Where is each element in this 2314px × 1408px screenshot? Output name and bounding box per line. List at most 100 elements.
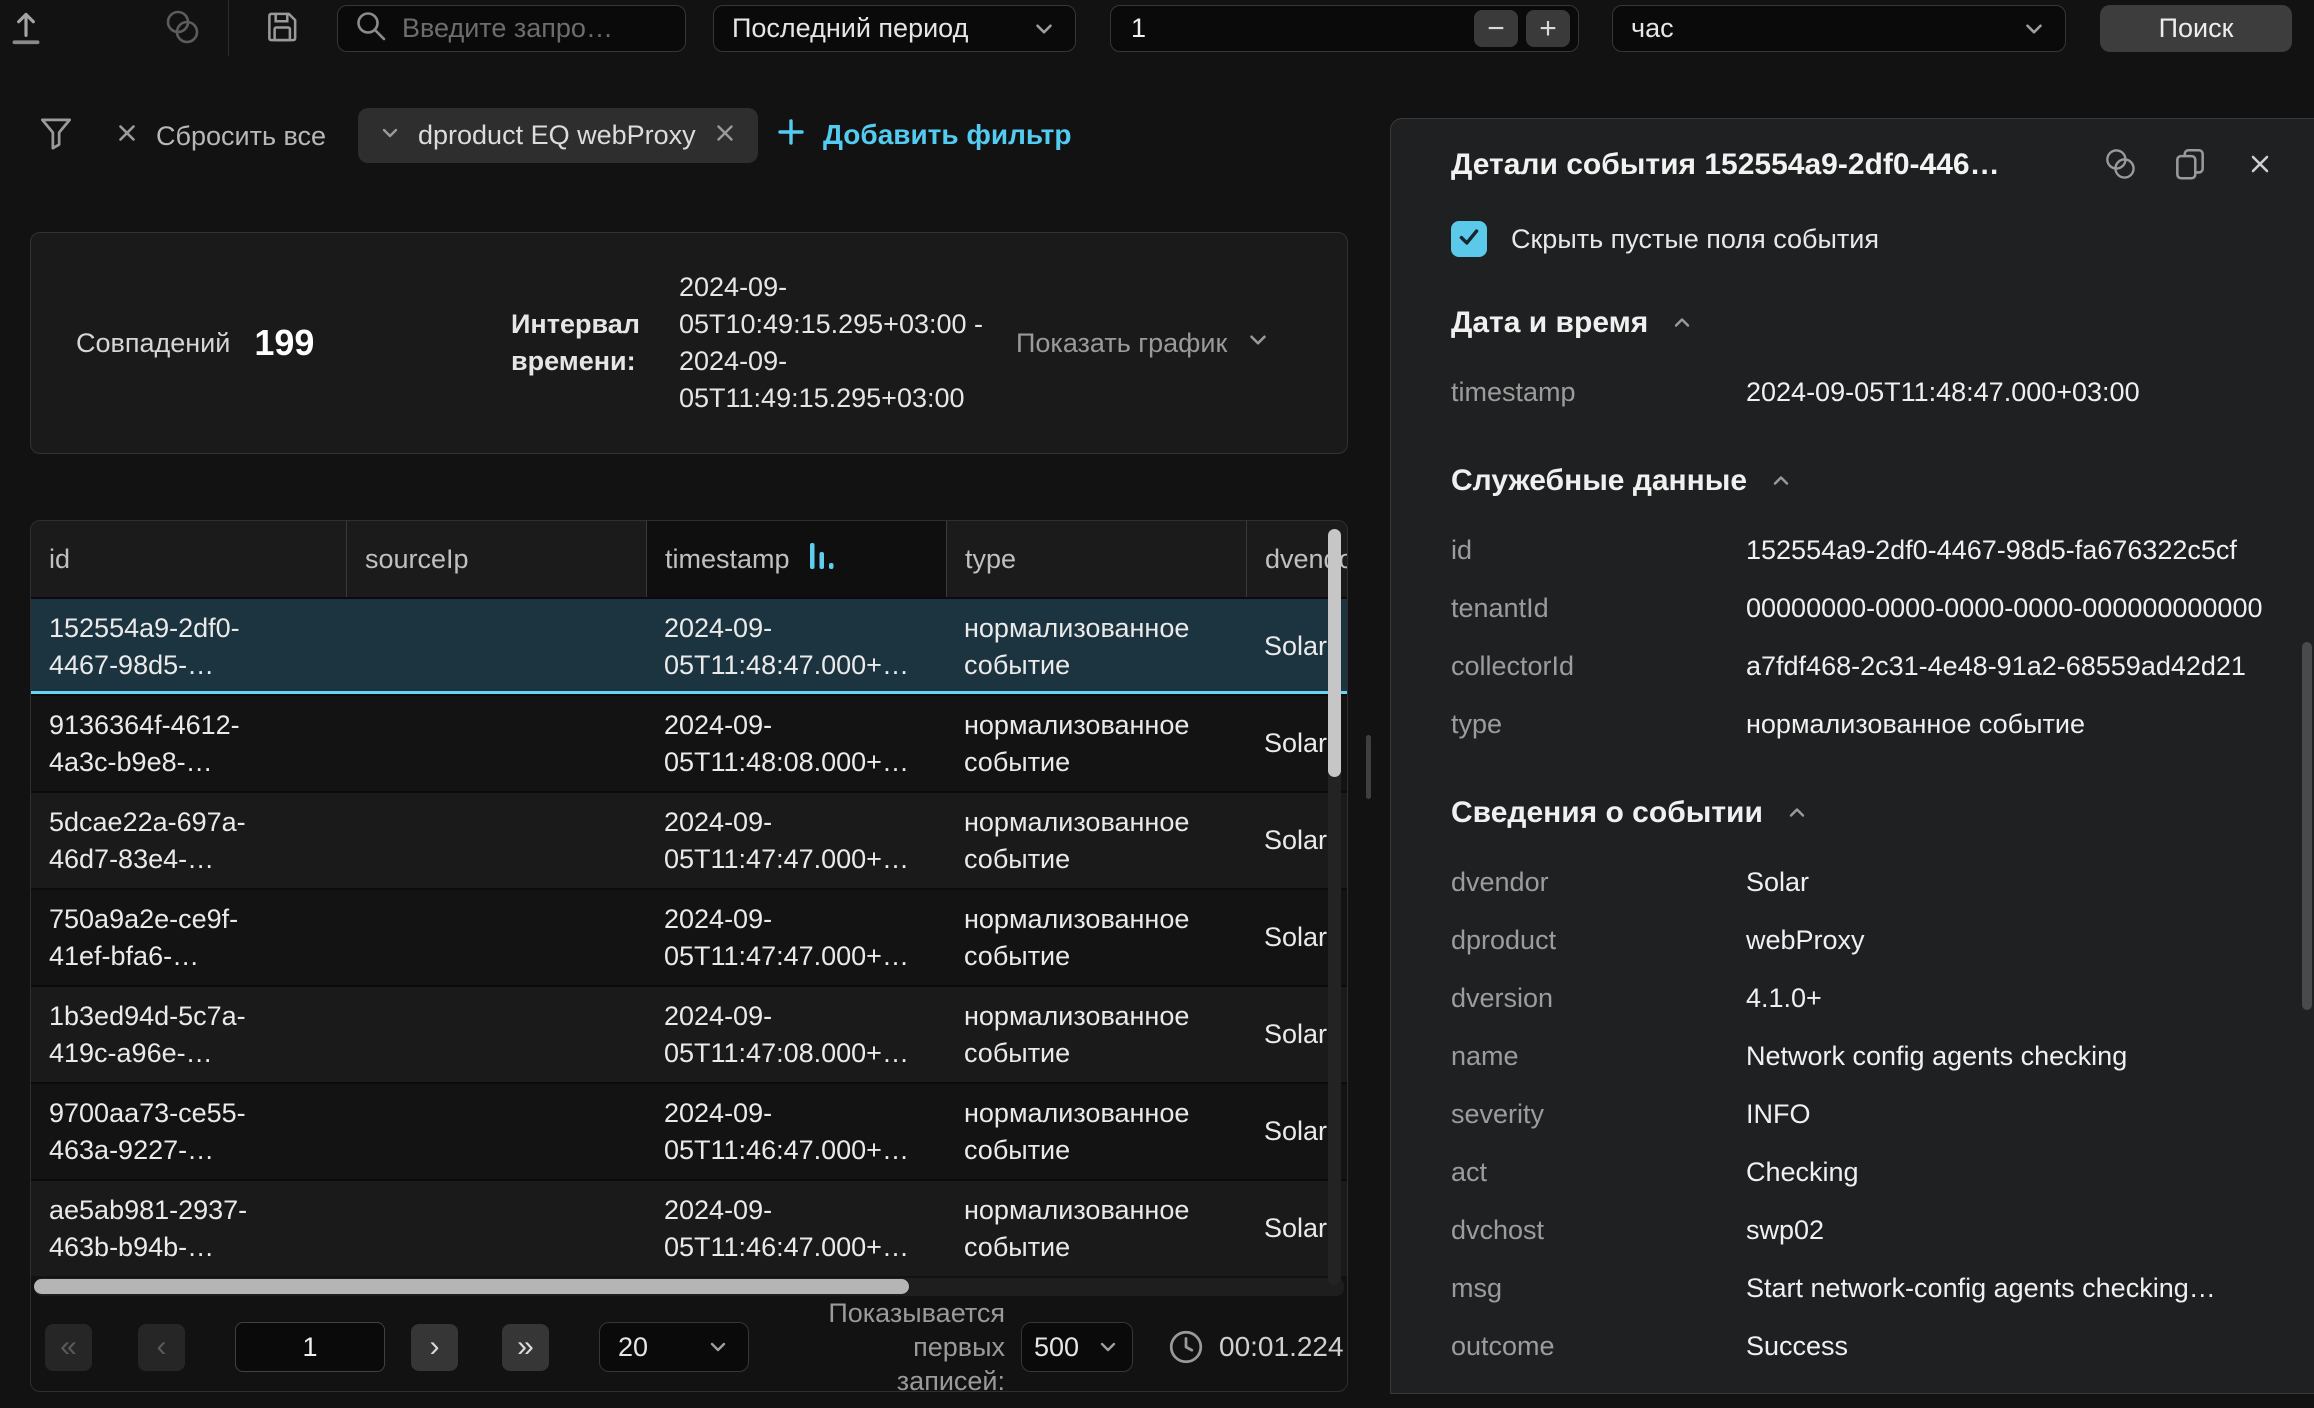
cell-type: нормализованное событие <box>946 1181 1246 1276</box>
cell-type: нормализованное событие <box>946 1084 1246 1179</box>
column-header-id[interactable]: id <box>31 521 346 597</box>
previous-page-button[interactable]: ‹ <box>138 1324 185 1371</box>
save-query-button[interactable] <box>256 2 308 54</box>
matches-label: Совпадений <box>76 328 230 359</box>
column-header-type[interactable]: type <box>946 521 1246 597</box>
panel-resize-handle[interactable] <box>1366 735 1371 799</box>
table-row[interactable]: 750a9a2e-ce9f- 41ef-bfa6-… 2024-09- 05T1… <box>31 888 1347 985</box>
detail-field: dversion 4.1.0+ <box>1451 969 2278 1027</box>
interval-value: 2024-09- 05T10:49:15.295+03:00 - 2024-09… <box>679 233 989 453</box>
table-row[interactable]: 1b3ed94d-5c7a- 419c-a96e-… 2024-09- 05T1… <box>31 985 1347 1082</box>
hide-empty-checkbox[interactable] <box>1451 221 1487 257</box>
detail-field-key: dvchost <box>1451 1215 1746 1246</box>
period-amount-value[interactable]: 1 <box>1131 13 1474 44</box>
column-label: type <box>965 544 1016 575</box>
first-page-button[interactable]: « <box>45 1324 92 1371</box>
cell-id: 152554a9-2df0- 4467-98d5-… <box>31 599 346 694</box>
horizontal-scrollbar[interactable] <box>34 1278 1344 1296</box>
upload-button[interactable] <box>0 2 52 54</box>
table-row[interactable]: ae5ab981-2937- 463b-b94b-… 2024-09- 05T1… <box>31 1179 1347 1276</box>
rings-icon <box>2099 145 2141 186</box>
increment-button[interactable]: + <box>1526 10 1570 47</box>
unit-select-value: час <box>1631 13 1674 44</box>
detail-field-value: Solar <box>1746 867 2278 898</box>
copy-button[interactable] <box>2166 141 2214 189</box>
collapse-section-button[interactable] <box>1769 469 1793 493</box>
events-search-screen: Последний период 1 − + час Поиск Сбросит… <box>0 0 2314 1408</box>
table-row[interactable]: 152554a9-2df0- 4467-98d5-… 2024-09- 05T1… <box>31 597 1347 694</box>
rings-icon <box>159 6 205 51</box>
clear-all-filters-button[interactable]: Сбросить все <box>114 116 326 156</box>
table-row[interactable]: 9700aa73-ce55- 463a-9227-… 2024-09- 05T1… <box>31 1082 1347 1179</box>
plus-icon <box>775 116 807 155</box>
cell-type: нормализованное событие <box>946 696 1246 791</box>
detail-field-value: webProxy <box>1746 925 2278 956</box>
detail-field: tenantId 00000000-0000-0000-0000-0000000… <box>1451 579 2278 637</box>
table-row[interactable]: 9136364f-4612- 4a3c-b9e8-… 2024-09- 05T1… <box>31 694 1347 791</box>
records-info-label: Показывается первых записей: <box>785 1296 1005 1392</box>
table-row[interactable]: 5dcae22a-697a- 46d7-83e4-… 2024-09- 05T1… <box>31 791 1347 888</box>
show-chart-button[interactable]: Показать график <box>1016 233 1271 453</box>
checkmark-icon <box>1456 224 1482 255</box>
page-number-input[interactable] <box>235 1322 385 1372</box>
cell-sourceip <box>346 1084 646 1179</box>
top-toolbar: Последний период 1 − + час Поиск <box>0 0 2314 58</box>
period-amount-box: 1 − + <box>1110 5 1579 52</box>
column-header-timestamp[interactable]: timestamp <box>646 521 946 597</box>
decrement-button[interactable]: − <box>1474 10 1518 47</box>
correlate-event-button[interactable] <box>2096 141 2144 189</box>
chevron-down-icon <box>1031 16 1057 42</box>
detail-field-value: a7fdf468-2c31-4e48-91a2-68559ad42d21 <box>1746 651 2278 682</box>
search-button[interactable]: Поиск <box>2100 5 2292 52</box>
detail-field: outcome Success <box>1451 1317 2278 1375</box>
link-events-button[interactable] <box>156 2 208 54</box>
add-filter-button[interactable]: Добавить фильтр <box>775 112 1071 158</box>
cell-sourceip <box>346 599 646 694</box>
period-select-value: Последний период <box>732 13 968 44</box>
detail-field-key: dproduct <box>1451 925 1746 956</box>
close-details-button[interactable] <box>2236 141 2284 189</box>
page-scrollbar-thumb[interactable] <box>2302 642 2312 1010</box>
chevron-down-icon <box>2021 16 2047 42</box>
copy-icon <box>2171 145 2209 186</box>
detail-field: dproduct webProxy <box>1451 911 2278 969</box>
search-summary-card: Совпадений 199 Интервал времени: 2024-09… <box>30 232 1348 454</box>
close-icon <box>2246 150 2274 181</box>
last-page-button[interactable]: » <box>502 1324 549 1371</box>
cell-id: 9700aa73-ce55- 463a-9227-… <box>31 1084 346 1179</box>
next-page-button[interactable]: › <box>411 1324 458 1371</box>
clear-all-label: Сбросить все <box>156 121 326 152</box>
cell-id: 1b3ed94d-5c7a- 419c-a96e-… <box>31 987 346 1082</box>
detail-field-key: dversion <box>1451 983 1746 1014</box>
detail-field-key: outcome <box>1451 1331 1746 1362</box>
cell-sourceip <box>346 890 646 985</box>
upload-icon <box>5 6 47 51</box>
detail-field-key: dvendor <box>1451 867 1746 898</box>
vertical-scrollbar-thumb[interactable] <box>1328 529 1341 777</box>
detail-field: id 152554a9-2df0-4467-98d5-fa676322c5cf <box>1451 521 2278 579</box>
search-input[interactable] <box>402 13 669 44</box>
hide-empty-fields-toggle[interactable]: Скрыть пустые поля события <box>1451 221 1879 257</box>
horizontal-scrollbar-thumb[interactable] <box>34 1279 909 1294</box>
collapse-section-button[interactable] <box>1785 801 1809 825</box>
chevron-down-icon <box>1096 1335 1120 1359</box>
collapse-section-button[interactable] <box>1670 311 1694 335</box>
column-header-sourceip[interactable]: sourceIp <box>346 521 646 597</box>
detail-field: collectorId a7fdf468-2c31-4e48-91a2-6855… <box>1451 637 2278 695</box>
records-limit-select[interactable]: 500 <box>1021 1322 1133 1372</box>
details-section: Сведения о событии dvendor Solar dproduc… <box>1451 793 2278 1375</box>
period-select[interactable]: Последний период <box>713 5 1076 52</box>
add-filter-label: Добавить фильтр <box>823 119 1071 151</box>
page-size-select[interactable]: 20 <box>599 1322 749 1372</box>
detail-field: type нормализованное событие <box>1451 695 2278 753</box>
cell-type: нормализованное событие <box>946 599 1246 694</box>
records-limit-value: 500 <box>1034 1332 1079 1363</box>
filter-button[interactable] <box>30 108 82 160</box>
unit-select[interactable]: час <box>1612 5 2066 52</box>
cell-type: нормализованное событие <box>946 793 1246 888</box>
remove-filter-icon[interactable] <box>712 120 738 151</box>
filter-chip[interactable]: dproduct EQ webProxy <box>358 108 758 163</box>
detail-field-key: type <box>1451 709 1746 740</box>
detail-field: msg Start network-config agents checking… <box>1451 1259 2278 1317</box>
matches-counter: Совпадений 199 <box>76 233 314 453</box>
